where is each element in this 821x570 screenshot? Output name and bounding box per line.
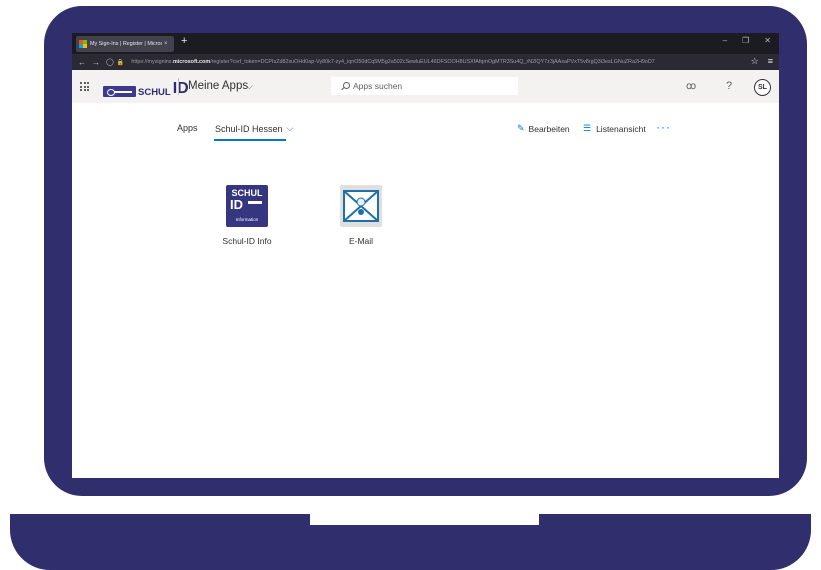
tab-title: My Sign-Ins | Register | Microso xyxy=(90,41,162,47)
tab-close-icon[interactable]: × xyxy=(164,41,168,47)
microsoft-favicon-icon xyxy=(79,40,87,48)
active-tab-indicator xyxy=(214,139,286,141)
logo-text-id: ID xyxy=(172,80,189,97)
chevron-down-icon: ⌵ xyxy=(286,123,294,133)
app-launcher-icon[interactable] xyxy=(80,82,89,91)
search-input[interactable]: Apps suchen xyxy=(331,77,518,95)
list-view-label: Listenansicht xyxy=(596,123,646,134)
app-tile-e-mail[interactable]: E-Mail xyxy=(316,183,406,246)
edit-label: Bearbeiten xyxy=(528,123,570,134)
tab-schul-id-hessen-label: Schul-ID Hessen xyxy=(215,123,283,134)
schul-id-info-icon: SCHUL ID Information xyxy=(226,185,268,227)
app-label: E-Mail xyxy=(348,236,374,246)
app-label: Schul-ID Info xyxy=(222,236,272,246)
search-placeholder: Apps suchen xyxy=(353,81,403,91)
logo-text-schul: SCHUL xyxy=(138,86,171,98)
laptop-screen: My Sign-Ins | Register | Microso × + – ❐… xyxy=(72,33,779,478)
browser-tab-bar: My Sign-Ins | Register | Microso × + – ❐… xyxy=(72,33,779,54)
bookmark-star-icon[interactable]: ☆ xyxy=(751,56,759,67)
browser-tab[interactable]: My Sign-Ins | Register | Microso × xyxy=(76,36,174,52)
close-window-button[interactable]: ✕ xyxy=(764,36,771,45)
more-options-button[interactable]: ··· xyxy=(656,120,671,134)
back-button[interactable]: ← xyxy=(78,58,86,67)
app-icon-wrap xyxy=(338,185,384,231)
laptop-notch xyxy=(310,514,539,525)
address-bar[interactable]: https://mysignins.microsoft.com/register… xyxy=(131,59,717,65)
key-icon xyxy=(103,86,136,97)
nav-right-controls: ☆ ≡ xyxy=(751,56,773,67)
chevron-down-icon[interactable]: ⌵ xyxy=(246,81,253,92)
avatar[interactable]: SL xyxy=(754,79,771,96)
search-icon xyxy=(341,82,350,90)
schul-id-logo[interactable]: SCHUL ID xyxy=(103,81,189,97)
organization-icon[interactable]: ꝏ xyxy=(686,81,696,92)
collection-tabs: Apps Schul-ID Hessen ⌵ ✎ Bearbeiten ☰ Li… xyxy=(72,120,779,144)
list-view-button[interactable]: ☰ Listenansicht xyxy=(583,123,646,134)
tab-apps[interactable]: Apps xyxy=(177,123,198,133)
help-icon[interactable]: ? xyxy=(726,80,732,92)
edit-button[interactable]: ✎ Bearbeiten xyxy=(517,123,570,134)
restore-button[interactable]: ❐ xyxy=(742,36,749,45)
window-controls: – ❐ ✕ xyxy=(723,36,771,45)
app-header: SCHUL ID Meine Apps ⌵ Apps suchen ꝏ ? SL xyxy=(72,70,779,103)
forward-button[interactable]: → xyxy=(92,58,100,67)
menu-icon[interactable]: ≡ xyxy=(768,56,773,67)
tab-schul-id-hessen[interactable]: Schul-ID Hessen ⌵ xyxy=(215,123,293,134)
tracking-shield-icon[interactable]: ◯ xyxy=(106,58,114,66)
lock-icon[interactable]: 🔒 xyxy=(117,59,124,66)
list-icon: ☰ xyxy=(583,123,592,133)
header-divider xyxy=(178,78,179,95)
mail-envelope-icon xyxy=(340,185,382,227)
browser-nav-bar: ← → ◯ 🔒 https://mysignins.microsoft.com/… xyxy=(72,54,779,70)
app-icon-wrap: SCHUL ID Information xyxy=(224,185,270,231)
app-tile-schul-id-info[interactable]: SCHUL ID Information Schul-ID Info xyxy=(202,183,292,246)
page-title[interactable]: Meine Apps xyxy=(188,80,248,92)
pencil-icon: ✎ xyxy=(517,123,525,133)
minimize-button[interactable]: – xyxy=(723,36,727,45)
new-tab-button[interactable]: + xyxy=(181,35,187,47)
